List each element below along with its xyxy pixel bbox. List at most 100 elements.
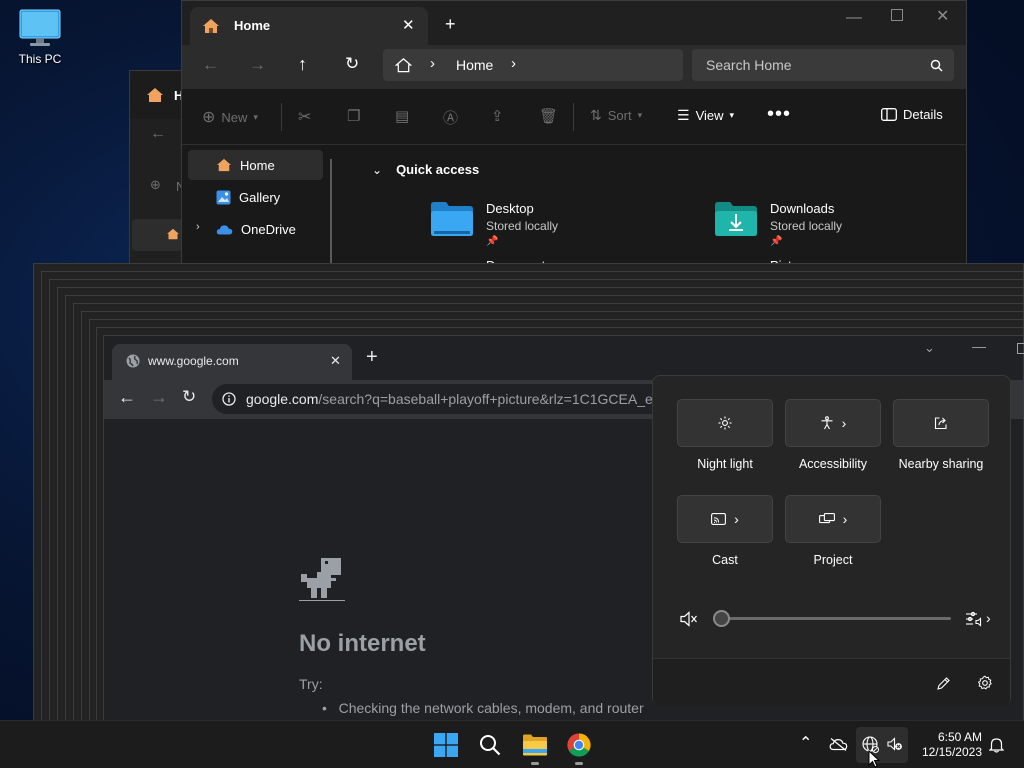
copy-icon[interactable]: ❐	[347, 107, 360, 125]
tile-label: Nearby sharing	[898, 457, 984, 471]
onedrive-offline-icon[interactable]	[829, 737, 848, 751]
sort-icon: ⇅	[590, 107, 602, 123]
view-button[interactable]: ☰ View ▾	[677, 107, 734, 124]
add-circle-icon: ⊕	[202, 109, 216, 126]
new-tab-plus-icon[interactable]: +	[366, 346, 378, 369]
details-button[interactable]: Details	[881, 107, 943, 122]
more-options-icon[interactable]: •••	[767, 103, 791, 126]
explorer-back-nav-selected	[132, 219, 182, 251]
chrome-logo-icon	[567, 733, 591, 757]
tab-search-chevron-icon[interactable]: ⌄	[924, 340, 935, 356]
explorer-address-box[interactable]: › Home ›	[383, 49, 683, 81]
accessibility-icon	[821, 416, 833, 430]
volume-slider-thumb[interactable]	[713, 610, 730, 627]
forward-arrow-icon[interactable]: →	[249, 55, 266, 75]
tile-cast[interactable]: ›	[677, 495, 773, 543]
breadcrumb[interactable]: Home	[456, 57, 493, 73]
edit-pencil-icon[interactable]	[936, 676, 951, 691]
section-title: Quick access	[396, 162, 480, 177]
chevron-right-icon[interactable]: ›	[986, 610, 991, 626]
new-tab-plus-icon[interactable]: +	[445, 14, 456, 35]
folder-name: Desktop	[486, 201, 534, 216]
search-icon	[930, 59, 943, 72]
start-button[interactable]	[430, 729, 462, 761]
explorer-content-pane: ⌄ Quick access Desktop Stored locally 📌 …	[342, 146, 966, 273]
chevron-right-icon[interactable]: ›	[511, 55, 516, 72]
maximize-icon[interactable]	[1017, 343, 1024, 354]
quick-access-header[interactable]: ⌄ Quick access	[372, 162, 479, 177]
chevron-down-icon: ▾	[253, 111, 258, 122]
tile-label: Project	[813, 553, 853, 567]
cast-icon	[711, 513, 727, 525]
chrome-tab-title: www.google.com	[148, 354, 239, 368]
new-button[interactable]: ⊕ New ▾	[202, 107, 258, 127]
taskbar-file-explorer[interactable]	[519, 729, 551, 765]
project-icon	[818, 513, 835, 524]
explorer-command-bar: ⊕ New ▾ ✂ ❐ ▤ Ⓐ ⇪ 🗑 ⇅ Sort ▾ ☰ View ▾ ••…	[182, 89, 966, 145]
taskbar-clock[interactable]: 6:50 AM 12/15/2023	[918, 730, 982, 760]
nav-item-onedrive[interactable]: › OneDrive	[188, 214, 323, 244]
tray-network-volume-group[interactable]	[856, 727, 908, 763]
volume-muted-icon[interactable]	[680, 611, 698, 627]
folder-desktop[interactable]: Desktop Stored locally 📌	[430, 201, 558, 247]
suggestion-item: • Checking the network cables, modem, an…	[322, 700, 644, 716]
chrome-tab[interactable]: www.google.com ✕	[112, 344, 352, 380]
chevron-down-icon: ⌄	[372, 162, 383, 177]
back-arrow-icon[interactable]: ←	[202, 55, 219, 75]
tile-accessibility[interactable]: ›	[785, 399, 881, 447]
error-heading: No internet	[299, 630, 426, 657]
rename-icon[interactable]: Ⓐ	[443, 107, 458, 128]
settings-gear-icon[interactable]	[977, 675, 993, 691]
explorer-tab-label: Home	[234, 18, 271, 33]
tile-project[interactable]: ›	[785, 495, 881, 543]
explorer-window[interactable]: Home ✕ + — ✕ ← → ↑ ↻ › Home › Search Hom…	[181, 0, 967, 273]
folder-downloads[interactable]: Downloads Stored locally 📌	[714, 201, 842, 247]
volume-slider-track[interactable]	[721, 617, 951, 620]
chevron-down-icon: ▾	[637, 110, 643, 120]
desktop-icon-this-pc[interactable]: This PC	[12, 8, 68, 66]
minimize-icon[interactable]: —	[972, 338, 986, 354]
search-button[interactable]	[474, 729, 506, 761]
close-tab-icon[interactable]: ✕	[330, 353, 341, 369]
tile-nearby-sharing[interactable]	[893, 399, 989, 447]
explorer-tab-home[interactable]: Home ✕	[190, 7, 428, 45]
tile-label: Cast	[712, 553, 738, 567]
taskbar-chrome[interactable]	[563, 729, 595, 765]
pin-icon: 📌	[486, 236, 499, 247]
maximize-icon[interactable]	[891, 9, 903, 21]
show-hidden-icons-chevron[interactable]: ⌃	[799, 733, 812, 753]
cut-icon[interactable]: ✂	[298, 107, 311, 127]
up-arrow-icon[interactable]: ↑	[298, 54, 307, 75]
chevron-right-icon[interactable]: ›	[196, 221, 200, 233]
refresh-icon[interactable]: ↻	[345, 54, 359, 74]
sort-button[interactable]: ⇅ Sort ▾	[590, 107, 642, 124]
tile-night-light[interactable]	[677, 399, 773, 447]
folder-subtitle: Stored locally	[486, 219, 559, 233]
brightness-icon	[718, 416, 732, 430]
close-window-icon[interactable]: ✕	[936, 6, 949, 26]
notification-bell-icon[interactable]	[989, 737, 1004, 753]
home-icon	[167, 228, 179, 240]
chrome-tabstrip: www.google.com ✕ + ⌄ —	[104, 336, 1024, 380]
file-explorer-folder-icon	[523, 734, 547, 756]
share-icon[interactable]: ⇪	[491, 107, 504, 125]
delete-icon[interactable]: 🗑	[539, 107, 558, 125]
view-list-icon: ☰	[677, 107, 690, 123]
chevron-right-icon: ›	[430, 55, 435, 72]
close-tab-icon[interactable]: ✕	[402, 16, 415, 34]
nav-item-label: Gallery	[239, 189, 281, 205]
home-icon	[147, 88, 163, 102]
nav-item-home[interactable]: Home	[188, 150, 323, 180]
explorer-search-input[interactable]: Search Home	[692, 49, 954, 81]
nav-pane-scrollbar[interactable]	[330, 159, 332, 269]
reload-icon[interactable]: ↻	[182, 387, 196, 407]
audio-output-icon[interactable]	[965, 611, 985, 627]
paste-icon[interactable]: ▤	[395, 107, 409, 125]
dino-icon	[299, 558, 345, 601]
minimize-icon[interactable]: —	[846, 9, 862, 27]
home-icon	[217, 158, 231, 172]
desktop-icon-label: This PC	[18, 52, 62, 66]
forward-arrow-icon[interactable]: →	[150, 387, 168, 408]
back-arrow-icon[interactable]: ←	[118, 387, 136, 408]
nav-item-gallery[interactable]: Gallery	[188, 182, 323, 212]
